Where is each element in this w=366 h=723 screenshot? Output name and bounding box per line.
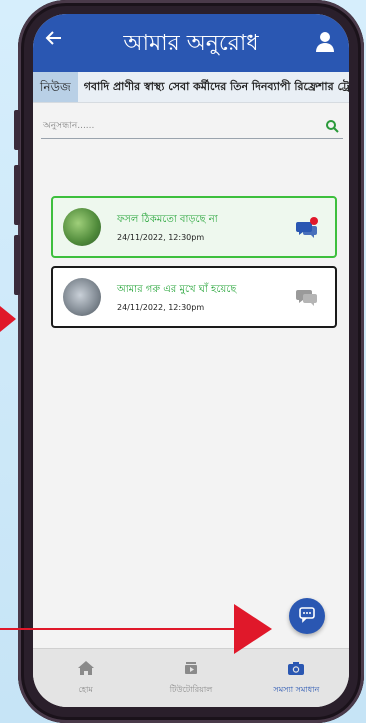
annotation-arrow-head	[234, 604, 272, 654]
nav-problem-solving[interactable]: সমস্যা সমাধান	[244, 649, 349, 707]
phone-side-button	[14, 110, 20, 150]
phone-side-button	[14, 165, 20, 225]
request-thumbnail	[63, 278, 101, 316]
nav-label: হোম	[78, 684, 93, 694]
message-icon	[298, 605, 316, 627]
news-text[interactable]: গবাদি প্রাণীর স্বাস্থ্য সেবা কর্মীদের তি…	[78, 78, 349, 97]
request-date: 24/11/2022, 12:30pm	[117, 303, 205, 312]
request-card[interactable]: আমার গরু এর মুখে ঘাঁ হয়েছে 24/11/2022, …	[51, 266, 337, 328]
search-bar[interactable]: অনুসন্ধান......	[41, 112, 343, 139]
new-message-button[interactable]	[289, 598, 325, 634]
phone-side-button	[14, 235, 20, 295]
nav-home[interactable]: হোম	[33, 649, 138, 707]
search-icon[interactable]	[325, 118, 339, 133]
nav-label: সমস্যা সমাধান	[273, 684, 320, 694]
news-ticker: নিউজ গবাদি প্রাণীর স্বাস্থ্য সেবা কর্মীদ…	[33, 72, 349, 103]
request-title: ফসল ঠিকমতো বাড়ছে না	[117, 214, 218, 225]
search-input[interactable]: অনুসন্ধান......	[41, 118, 325, 133]
chat-icon[interactable]	[295, 286, 319, 308]
news-tag: নিউজ	[33, 72, 78, 102]
camera-icon	[287, 660, 305, 680]
tutorial-icon	[183, 660, 199, 680]
request-card[interactable]: ফসল ঠিকমতো বাড়ছে না 24/11/2022, 12:30pm	[51, 196, 337, 258]
chat-unread-icon[interactable]	[295, 216, 319, 238]
nav-label: টিউটোরিয়াল	[169, 684, 213, 694]
page-title: আমার অনুরোধ	[123, 31, 259, 56]
request-date: 24/11/2022, 12:30pm	[117, 233, 205, 242]
phone-screen: আমার অনুরোধ নিউজ গবাদি প্রাণীর স্বাস্থ্য…	[33, 14, 349, 707]
annotation-arrow-left	[0, 306, 16, 332]
request-thumbnail	[63, 208, 101, 246]
annotation-arrow-line	[0, 628, 250, 630]
request-title: আমার গরু এর মুখে ঘাঁ হয়েছে	[117, 284, 237, 295]
app-bar: আমার অনুরোধ	[33, 14, 349, 72]
nav-tutorial[interactable]: টিউটোরিয়াল	[138, 649, 243, 707]
bottom-nav: হোম টিউটোরিয়াল সমস্যা সমাধান	[33, 648, 349, 707]
user-icon[interactable]	[315, 31, 335, 53]
home-icon	[77, 660, 95, 680]
